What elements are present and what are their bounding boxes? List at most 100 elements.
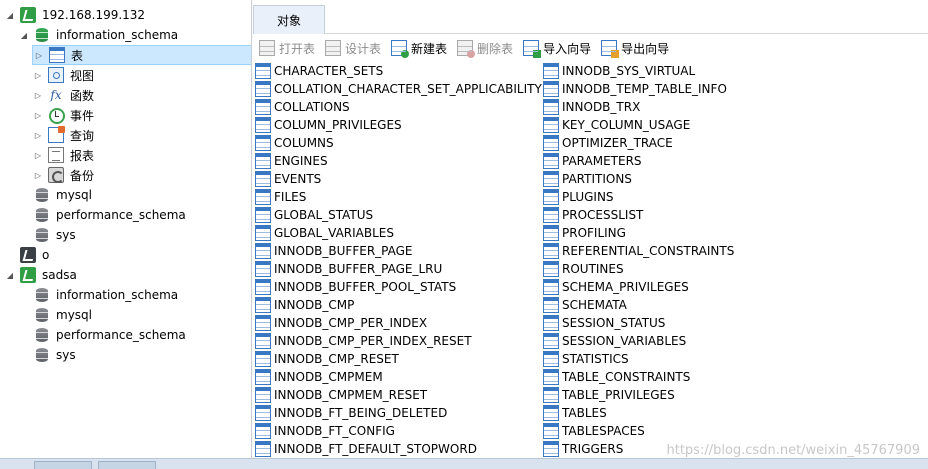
table-list-item[interactable]: TABLESPACES bbox=[543, 422, 645, 440]
table-icon bbox=[543, 63, 559, 79]
table-list-item[interactable]: PROFILING bbox=[543, 224, 626, 242]
table-list-item[interactable]: COLLATION_CHARACTER_SET_APPLICABILITY bbox=[255, 80, 542, 98]
tree-item-functions[interactable]: ▷ fx 函数 bbox=[32, 85, 94, 105]
import-wizard-button[interactable]: 导入向导 bbox=[523, 40, 591, 58]
table-name-label: INNODB_CMPMEM_RESET bbox=[274, 388, 428, 402]
expand-arrow-icon[interactable]: ▷ bbox=[32, 149, 44, 161]
table-list-item[interactable]: INNODB_CMP bbox=[255, 296, 354, 314]
expand-arrow-icon[interactable]: ▷ bbox=[32, 89, 44, 101]
table-list-item[interactable]: OPTIMIZER_TRACE bbox=[543, 134, 673, 152]
tree-item-queries[interactable]: ▷ 查询 bbox=[32, 125, 94, 145]
table-list-item[interactable]: INNODB_FT_DEFAULT_STOPWORD bbox=[255, 440, 477, 458]
tree-db-performance-schema[interactable]: performance_schema bbox=[34, 205, 186, 225]
database-icon bbox=[34, 327, 50, 343]
tree-db-information-schema[interactable]: ◢ information_schema bbox=[18, 25, 178, 45]
tree-db-performance-schema[interactable]: performance_schema bbox=[34, 325, 186, 345]
table-list-item[interactable]: COLLATIONS bbox=[255, 98, 350, 116]
expand-arrow-icon[interactable]: ▷ bbox=[32, 69, 44, 81]
table-list-item[interactable]: CHARACTER_SETS bbox=[255, 62, 383, 80]
tree-connection-192-168-199-132[interactable]: ◢ 192.168.199.132 bbox=[4, 5, 145, 25]
tree-db-sys[interactable]: sys bbox=[34, 225, 76, 245]
tree-connection-sadsa[interactable]: ◢ sadsa bbox=[4, 265, 77, 285]
new-table-button[interactable]: 新建表 bbox=[391, 40, 447, 58]
export-wizard-button[interactable]: 导出向导 bbox=[601, 40, 669, 58]
table-name-label: TABLE_CONSTRAINTS bbox=[562, 370, 691, 384]
table-list-item[interactable]: INNODB_BUFFER_PAGE bbox=[255, 242, 413, 260]
table-list-item[interactable]: GLOBAL_VARIABLES bbox=[255, 224, 394, 242]
table-list-item[interactable]: PLUGINS bbox=[543, 188, 614, 206]
table-list-item[interactable]: EVENTS bbox=[255, 170, 321, 188]
tree-db-information-schema[interactable]: information_schema bbox=[34, 285, 178, 305]
open-table-button[interactable]: 打开表 bbox=[259, 40, 315, 57]
table-name-label: SCHEMATA bbox=[562, 298, 627, 312]
table-list-item[interactable]: ROUTINES bbox=[543, 260, 624, 278]
expand-arrow-icon[interactable]: ◢ bbox=[18, 29, 30, 41]
table-name-label: INNODB_SYS_VIRTUAL bbox=[562, 64, 696, 78]
table-name-label: INNODB_CMP_PER_INDEX_RESET bbox=[274, 334, 472, 348]
design-table-button[interactable]: 设计表 bbox=[325, 40, 381, 57]
taskbar-app-button[interactable] bbox=[98, 461, 156, 469]
table-list-item[interactable]: SCHEMA_PRIVILEGES bbox=[543, 278, 689, 296]
table-list-item[interactable]: PARTITIONS bbox=[543, 170, 632, 188]
expand-arrow-icon[interactable]: ▷ bbox=[32, 129, 44, 141]
expand-arrow-icon[interactable]: ▷ bbox=[32, 109, 44, 121]
table-name-label: COLUMN_PRIVILEGES bbox=[274, 118, 402, 132]
table-list-item[interactable]: KEY_COLUMN_USAGE bbox=[543, 116, 690, 134]
table-list-item[interactable]: COLUMNS bbox=[255, 134, 334, 152]
table-name-label: PLUGINS bbox=[562, 190, 614, 204]
table-list-item[interactable]: TABLES bbox=[543, 404, 607, 422]
table-list-item[interactable]: INNODB_CMP_PER_INDEX bbox=[255, 314, 427, 332]
table-list-item[interactable]: REFERENTIAL_CONSTRAINTS bbox=[543, 242, 734, 260]
database-label: information_schema bbox=[56, 288, 179, 302]
table-list-item[interactable]: TABLE_PRIVILEGES bbox=[543, 386, 675, 404]
tree-db-mysql[interactable]: mysql bbox=[34, 185, 92, 205]
tab-objects[interactable]: 对象 bbox=[253, 5, 325, 34]
table-list-item[interactable]: PROCESSLIST bbox=[543, 206, 643, 224]
table-list-item[interactable]: INNODB_TRX bbox=[543, 98, 640, 116]
table-list-item[interactable]: INNODB_FT_BEING_DELETED bbox=[255, 404, 447, 422]
expand-arrow-icon[interactable]: ▷ bbox=[33, 49, 45, 61]
table-list-item[interactable]: TRIGGERS bbox=[543, 440, 623, 458]
table-list-item[interactable]: FILES bbox=[255, 188, 306, 206]
table-list-item[interactable]: TABLE_CONSTRAINTS bbox=[543, 368, 690, 386]
tree-connection-o[interactable]: o bbox=[20, 245, 49, 265]
table-icon bbox=[255, 279, 271, 295]
table-list-item[interactable]: COLUMN_PRIVILEGES bbox=[255, 116, 402, 134]
table-list-item[interactable]: INNODB_FT_CONFIG bbox=[255, 422, 395, 440]
mysql-connection-icon bbox=[20, 247, 36, 263]
table-list-item[interactable]: INNODB_SYS_VIRTUAL bbox=[543, 62, 695, 80]
table-list-item[interactable]: INNODB_CMPMEM bbox=[255, 368, 383, 386]
tree-item-backups[interactable]: ▷ 备份 bbox=[32, 165, 94, 185]
table-list-item[interactable]: SESSION_STATUS bbox=[543, 314, 665, 332]
table-list-item[interactable]: STATISTICS bbox=[543, 350, 629, 368]
table-list-item[interactable]: INNODB_CMP_PER_INDEX_RESET bbox=[255, 332, 472, 350]
object-list: CHARACTER_SETS COLLATION_CHARACTER_SET_AP… bbox=[253, 61, 928, 458]
open-table-icon bbox=[259, 40, 275, 56]
table-list-item[interactable]: INNODB_BUFFER_PAGE_LRU bbox=[255, 260, 442, 278]
taskbar-app-button[interactable] bbox=[34, 461, 92, 469]
table-list-item[interactable]: GLOBAL_STATUS bbox=[255, 206, 373, 224]
expand-arrow-icon[interactable]: ◢ bbox=[4, 269, 16, 281]
table-icon bbox=[543, 99, 559, 115]
object-toolbar: 打开表 设计表 新建表 删除表 导入向导 导出向导 bbox=[253, 35, 928, 61]
table-list-item[interactable]: INNODB_BUFFER_POOL_STATS bbox=[255, 278, 456, 296]
tree-item-reports[interactable]: ▷ 报表 bbox=[32, 145, 94, 165]
table-list-item[interactable]: INNODB_CMPMEM_RESET bbox=[255, 386, 427, 404]
expand-arrow-icon[interactable]: ◢ bbox=[4, 9, 16, 21]
delete-table-button[interactable]: 删除表 bbox=[457, 40, 513, 58]
tree-item-views[interactable]: ▷ 视图 bbox=[32, 65, 94, 85]
expand-arrow-icon[interactable]: ▷ bbox=[32, 169, 44, 181]
table-list-item[interactable]: SESSION_VARIABLES bbox=[543, 332, 686, 350]
tree-db-mysql[interactable]: mysql bbox=[34, 305, 92, 325]
new-table-icon bbox=[391, 40, 410, 58]
table-name-label: PARAMETERS bbox=[562, 154, 642, 168]
tree-item-events[interactable]: ▷ 事件 bbox=[32, 105, 94, 125]
table-list-item[interactable]: INNODB_CMP_RESET bbox=[255, 350, 399, 368]
table-list-item[interactable]: SCHEMATA bbox=[543, 296, 627, 314]
tree-item-tables[interactable]: ▷ 表 bbox=[32, 45, 251, 65]
table-list-item[interactable]: PARAMETERS bbox=[543, 152, 642, 170]
table-list-item[interactable]: ENGINES bbox=[255, 152, 328, 170]
database-icon bbox=[34, 347, 50, 363]
tree-db-sys[interactable]: sys bbox=[34, 345, 76, 365]
table-list-item[interactable]: INNODB_TEMP_TABLE_INFO bbox=[543, 80, 727, 98]
